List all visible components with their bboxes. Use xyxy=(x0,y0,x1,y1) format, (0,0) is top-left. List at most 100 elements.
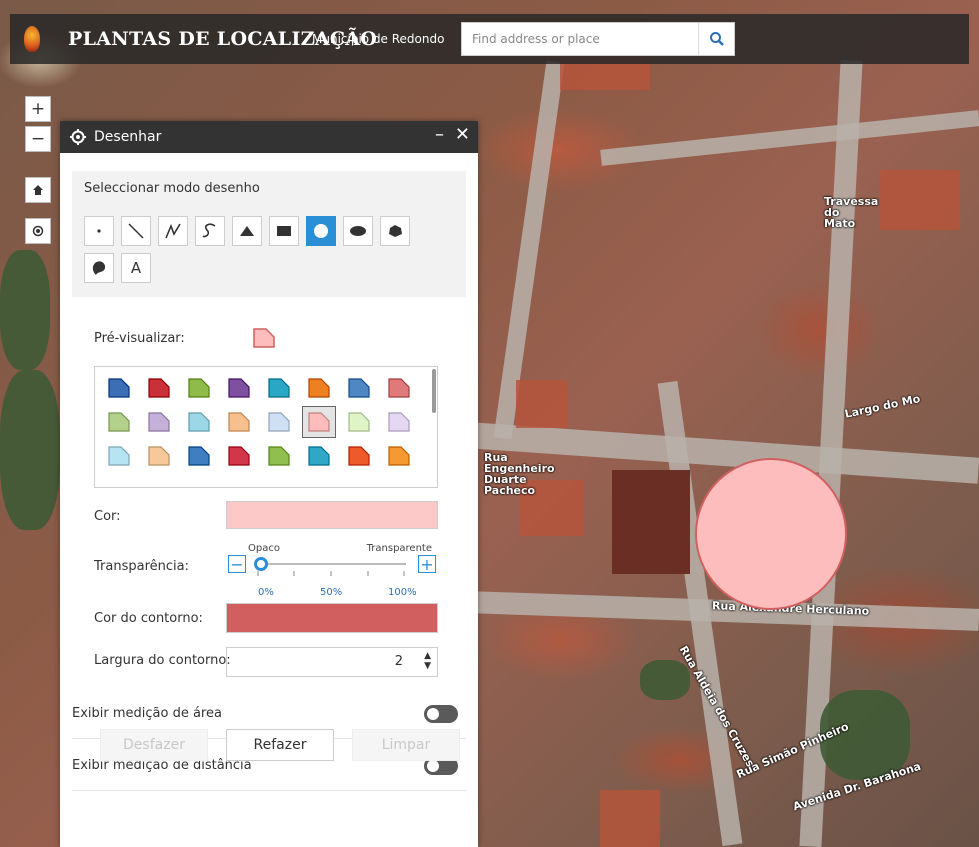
redo-button[interactable]: Refazer xyxy=(226,729,334,761)
circle-icon xyxy=(314,224,328,238)
palette-symbol[interactable] xyxy=(105,375,133,401)
zoom-in-button[interactable]: + xyxy=(25,96,51,122)
symbol-palette xyxy=(94,366,438,488)
palette-symbol[interactable] xyxy=(185,375,213,401)
map-street xyxy=(600,110,979,166)
palette-symbol[interactable] xyxy=(265,409,293,435)
transparency-label: Transparência: xyxy=(94,559,189,574)
mode-text-button[interactable]: A xyxy=(121,253,151,283)
drawn-circle-graphic[interactable] xyxy=(695,458,847,610)
outline-width-label: Largura do contorno: xyxy=(94,653,231,668)
tick-label-50: 50% xyxy=(320,587,343,598)
flag-symbol-icon xyxy=(228,412,250,432)
palette-symbol[interactable] xyxy=(105,443,133,469)
palette-symbol[interactable] xyxy=(145,443,173,469)
palette-symbol[interactable] xyxy=(305,375,333,401)
mode-freehand-polygon-button[interactable] xyxy=(84,253,114,283)
draw-widget-icon xyxy=(70,129,86,145)
mode-line-button[interactable] xyxy=(121,216,151,246)
slider-top-labels: Opaco Transparente xyxy=(226,543,438,554)
palette-symbol[interactable] xyxy=(225,409,253,435)
palette-symbol[interactable] xyxy=(185,443,213,469)
transparency-increase-button[interactable]: + xyxy=(418,555,436,574)
zoom-out-button[interactable]: − xyxy=(25,126,51,152)
slider-thumb[interactable] xyxy=(254,557,268,571)
slider-track[interactable] xyxy=(256,563,406,565)
preview-label: Pré-visualizar: xyxy=(94,331,185,346)
palette-symbol[interactable] xyxy=(145,409,173,435)
line-icon xyxy=(128,223,144,239)
chevron-down-icon[interactable]: ▼ xyxy=(424,661,431,671)
slider-opaque-label: Opaco xyxy=(248,543,280,554)
flag-symbol-icon xyxy=(108,378,130,398)
draw-mode-grid: A xyxy=(84,216,444,283)
freehand-line-icon xyxy=(202,223,216,238)
palette-symbol[interactable] xyxy=(145,375,173,401)
locate-button[interactable] xyxy=(25,218,51,244)
palette-symbol[interactable] xyxy=(302,406,336,438)
search-input[interactable] xyxy=(462,23,694,55)
outline-color-label: Cor do contorno: xyxy=(94,611,203,626)
fill-color-label: Cor: xyxy=(94,509,121,524)
close-button[interactable]: ✕ xyxy=(455,124,470,145)
triangle-icon xyxy=(240,226,254,236)
search-box xyxy=(461,22,735,56)
palette-symbol[interactable] xyxy=(105,409,133,435)
area-measurement-toggle[interactable] xyxy=(424,704,458,723)
home-button[interactable] xyxy=(25,177,51,203)
palette-symbol[interactable] xyxy=(265,443,293,469)
mode-rectangle-button[interactable] xyxy=(269,216,299,246)
chevron-up-icon[interactable]: ▲ xyxy=(424,651,431,661)
palette-symbol[interactable] xyxy=(385,443,413,469)
palette-symbol[interactable] xyxy=(345,375,373,401)
flag-symbol-icon xyxy=(308,446,330,466)
palette-symbol[interactable] xyxy=(265,375,293,401)
fill-color-picker[interactable] xyxy=(226,501,438,529)
mode-polyline-button[interactable] xyxy=(158,216,188,246)
palette-symbol[interactable] xyxy=(385,375,413,401)
transparency-decrease-button[interactable]: − xyxy=(228,555,246,574)
app-subtitle: Município de Redondo xyxy=(312,32,445,46)
tick-label-100: 100% xyxy=(388,587,417,598)
map-street-label: Rua Engenheiro Duarte Pacheco xyxy=(484,451,555,497)
mode-freehand-line-button[interactable] xyxy=(195,216,225,246)
point-icon xyxy=(97,229,101,233)
palette-symbol[interactable] xyxy=(225,443,253,469)
mode-ellipse-button[interactable] xyxy=(343,216,373,246)
slider-ticks xyxy=(257,571,405,576)
flag-symbol-icon xyxy=(188,378,210,398)
minimize-button[interactable]: – xyxy=(435,124,444,145)
undo-button[interactable]: Desfazer xyxy=(100,729,208,761)
action-buttons: Desfazer Refazer Limpar xyxy=(100,729,460,761)
outline-color-picker[interactable] xyxy=(226,603,438,633)
palette-symbol[interactable] xyxy=(185,409,213,435)
polyline-icon xyxy=(165,223,181,239)
mode-polygon-button[interactable] xyxy=(380,216,410,246)
clear-button[interactable]: Limpar xyxy=(352,729,460,761)
flag-symbol-icon xyxy=(308,412,330,432)
search-button[interactable] xyxy=(698,23,734,55)
mode-point-button[interactable] xyxy=(84,216,114,246)
panel-header: Desenhar – ✕ xyxy=(60,121,478,153)
palette-symbol[interactable] xyxy=(345,409,373,435)
palette-symbol[interactable] xyxy=(225,375,253,401)
flag-symbol-icon xyxy=(268,378,290,398)
transparency-slider[interactable]: Opaco Transparente − + 0% 50% 100% xyxy=(226,543,438,607)
palette-symbol[interactable] xyxy=(385,409,413,435)
palette-symbol[interactable] xyxy=(305,443,333,469)
map-street-label: Largo do Mo xyxy=(843,392,922,421)
slider-transparent-label: Transparente xyxy=(366,543,432,554)
palette-symbol[interactable] xyxy=(345,443,373,469)
mode-triangle-button[interactable] xyxy=(232,216,262,246)
draw-mode-section: Seleccionar modo desenho A xyxy=(72,171,466,297)
outline-width-input[interactable]: 2 ▲ ▼ xyxy=(226,647,438,677)
flag-symbol-icon xyxy=(188,446,210,466)
palette-scrollbar[interactable] xyxy=(432,369,436,413)
palette-row xyxy=(95,367,437,401)
flag-symbol-icon xyxy=(348,412,370,432)
search-icon xyxy=(709,32,724,46)
map-church-building xyxy=(612,470,690,574)
mode-circle-button[interactable] xyxy=(306,216,336,246)
outline-width-stepper[interactable]: ▲ ▼ xyxy=(424,651,431,671)
draw-panel: Desenhar – ✕ Seleccionar modo desenho A … xyxy=(60,121,478,847)
